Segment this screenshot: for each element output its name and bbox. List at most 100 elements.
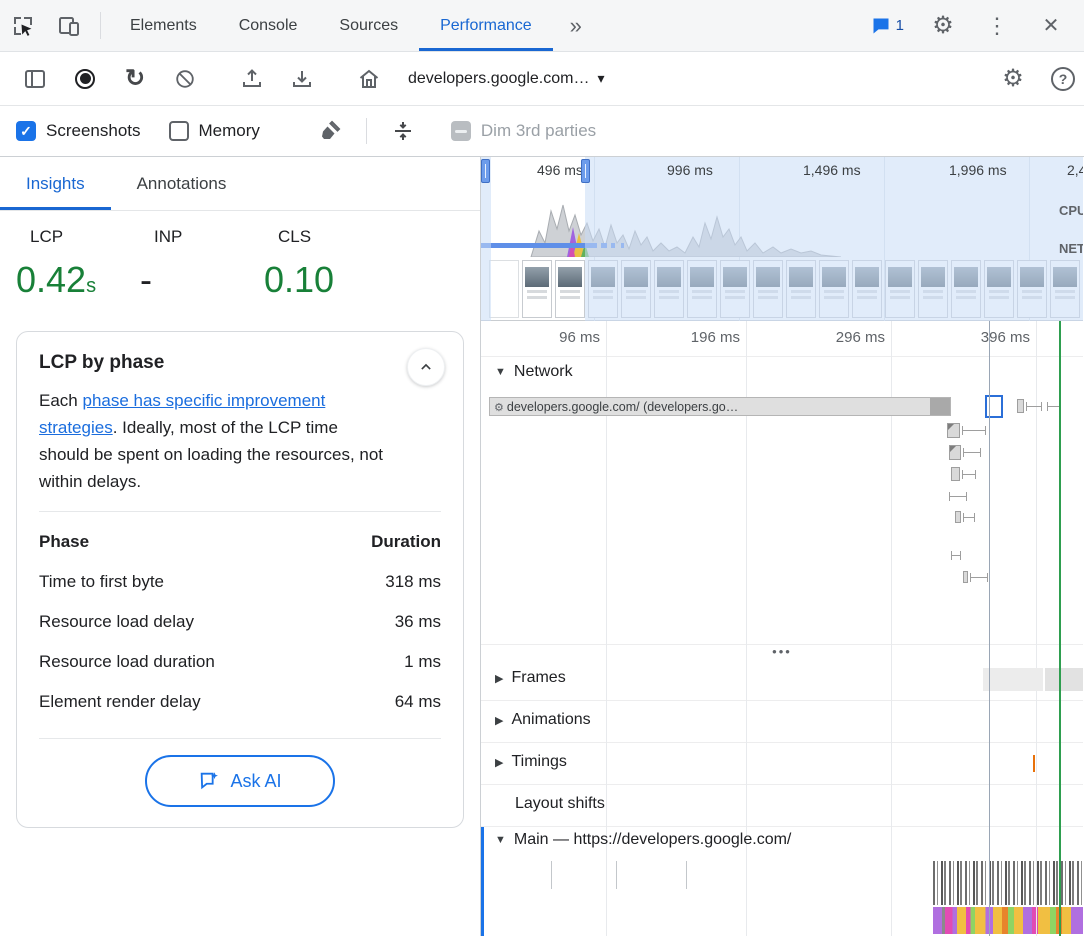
reload-and-record-button[interactable]: ↻	[110, 52, 160, 105]
frame-duration-block[interactable]	[1045, 668, 1083, 691]
close-devtools-icon[interactable]: ✕	[1028, 16, 1074, 36]
collapse-triangle-icon: ▼	[495, 834, 506, 846]
overview-time-label: 496 ms	[537, 162, 583, 178]
tab-elements[interactable]: Elements	[109, 0, 218, 51]
phase-table-header: Phase Duration	[39, 522, 441, 562]
table-row: Resource load duration 1 ms	[39, 642, 441, 682]
tabbar-spacer	[599, 0, 863, 51]
message-bubble-icon	[871, 16, 891, 36]
layout-shifts-track-header[interactable]: Layout shifts	[481, 785, 1083, 813]
lcp-by-phase-card: LCP by phase Each phase has specific imp…	[16, 331, 464, 828]
overview-dim-right	[585, 157, 1083, 321]
divider	[39, 511, 441, 512]
core-web-vitals-metrics: LCP 0.42s INP - CLS 0.10	[0, 211, 480, 325]
network-request-bar[interactable]	[951, 467, 960, 481]
overview-time-label: 2,496 ms	[1067, 162, 1083, 178]
network-request-bar[interactable]	[947, 423, 960, 438]
memory-checkbox[interactable]	[169, 121, 189, 141]
overview-time-label: 996 ms	[667, 162, 713, 178]
record-button[interactable]	[60, 52, 110, 105]
frame-duration-block[interactable]	[983, 668, 1043, 691]
toggle-sidebar-icon[interactable]	[10, 52, 60, 105]
selected-request-outline[interactable]	[985, 395, 1003, 418]
screenshots-label[interactable]: Screenshots	[46, 121, 141, 141]
timeline-overview[interactable]: 496 ms 996 ms 1,496 ms 1,996 ms 2,496 ms…	[481, 157, 1083, 321]
timings-track-header[interactable]: ▶ Timings	[481, 743, 1083, 771]
clear-button[interactable]	[160, 52, 210, 105]
card-title: LCP by phase	[39, 352, 441, 374]
screenshots-checkbox[interactable]: ✓	[16, 121, 36, 141]
dcl-marker-line	[989, 321, 990, 936]
network-request-main-document[interactable]: ⚙developers.google.com/ (developers.go…	[489, 397, 951, 416]
table-row: Time to first byte 318 ms	[39, 562, 441, 602]
collapse-triangle-icon: ▼	[495, 366, 506, 378]
request-label: developers.google.com/ (developers.go…	[507, 400, 738, 414]
inspect-element-icon[interactable]	[0, 0, 46, 51]
network-request-bar[interactable]	[1017, 399, 1024, 413]
page-select-value: developers.google.com…	[408, 70, 589, 88]
metric-inp: INP -	[140, 227, 264, 301]
load-profile-icon[interactable]	[227, 52, 277, 105]
memory-label[interactable]: Memory	[199, 121, 260, 141]
screenshot-thumbnail[interactable]	[489, 260, 519, 318]
tab-insights[interactable]: Insights	[0, 157, 111, 210]
console-messages-button[interactable]: 1	[863, 16, 912, 36]
page-select-dropdown[interactable]: developers.google.com… ▾	[394, 70, 618, 88]
record-icon	[75, 69, 95, 89]
home-icon[interactable]	[344, 52, 394, 105]
expand-triangle-icon: ▶	[495, 756, 503, 769]
overview-window-left-handle[interactable]	[481, 159, 490, 183]
dim-3rd-parties-label: Dim 3rd parties	[481, 121, 596, 141]
cpu-row-label: CPU	[1059, 203, 1083, 218]
animations-track-header[interactable]: ▶ Animations	[481, 701, 1083, 729]
divider	[39, 738, 441, 739]
collect-garbage-icon[interactable]	[312, 119, 348, 143]
tab-sources[interactable]: Sources	[318, 0, 419, 51]
tab-console[interactable]: Console	[218, 0, 319, 51]
expand-triangle-icon: ▶	[495, 672, 503, 685]
network-request-bar[interactable]	[949, 445, 961, 460]
device-toolbar-icon[interactable]	[46, 0, 92, 51]
devtools-tabbar: Elements Console Sources Performance » 1…	[0, 0, 1084, 52]
settings-gear-icon[interactable]: ⚙	[920, 14, 966, 38]
network-request-bar[interactable]	[955, 511, 961, 523]
network-track-label: Network	[514, 363, 573, 381]
overview-time-label: 1,496 ms	[803, 162, 861, 178]
dim-3rd-parties-checkbox[interactable]	[451, 121, 471, 141]
help-icon[interactable]: ?	[1038, 52, 1084, 105]
tab-performance[interactable]: Performance	[419, 0, 553, 51]
overview-window-right-handle[interactable]	[581, 159, 590, 183]
kebab-menu-icon[interactable]: ⋮	[974, 15, 1020, 37]
collapse-sections-icon[interactable]	[385, 119, 421, 143]
timing-marker[interactable]	[1033, 755, 1035, 772]
screenshot-thumbnail[interactable]	[555, 260, 585, 318]
overview-time-label: 1,996 ms	[949, 162, 1007, 178]
divider	[366, 118, 367, 144]
capture-options-row: ✓ Screenshots Memory Dim 3rd parties	[0, 106, 1084, 157]
ask-ai-button[interactable]: Ask AI	[145, 755, 335, 807]
performance-timeline: 496 ms 996 ms 1,496 ms 1,996 ms 2,496 ms…	[481, 157, 1083, 936]
ai-chat-icon	[198, 770, 220, 792]
main-thread-track-header[interactable]: ▼ Main — https://developers.google.com/	[481, 827, 1083, 849]
tab-annotations[interactable]: Annotations	[111, 157, 253, 210]
lcp-marker-line	[1059, 321, 1061, 936]
request-gear-icon: ⚙	[494, 402, 504, 414]
metric-cls: CLS 0.10	[264, 227, 388, 301]
expand-triangle-icon: ▶	[495, 714, 503, 727]
more-tabs-icon[interactable]: »	[553, 0, 599, 51]
message-count-badge: 1	[896, 17, 904, 34]
network-request-bar[interactable]	[963, 571, 968, 583]
divider	[100, 12, 101, 39]
table-row: Element render delay 64 ms	[39, 682, 441, 722]
insights-sidebar: Insights Annotations LCP 0.42s INP - CLS…	[0, 157, 481, 936]
capture-settings-gear-icon[interactable]: ⚙	[988, 52, 1038, 105]
network-track-header[interactable]: ▼ Network	[481, 357, 1083, 381]
network-overview-bar	[481, 243, 597, 248]
save-profile-icon[interactable]	[277, 52, 327, 105]
screenshot-thumbnail[interactable]	[522, 260, 552, 318]
card-description: Each phase has specific improvement stra…	[39, 388, 387, 495]
collapse-card-button[interactable]	[407, 348, 445, 386]
table-row: Resource load delay 36 ms	[39, 602, 441, 642]
caret-down-icon: ▾	[597, 70, 604, 87]
performance-toolbar: ↻ developers.google.com… ▾ ⚙ ?	[0, 52, 1084, 106]
